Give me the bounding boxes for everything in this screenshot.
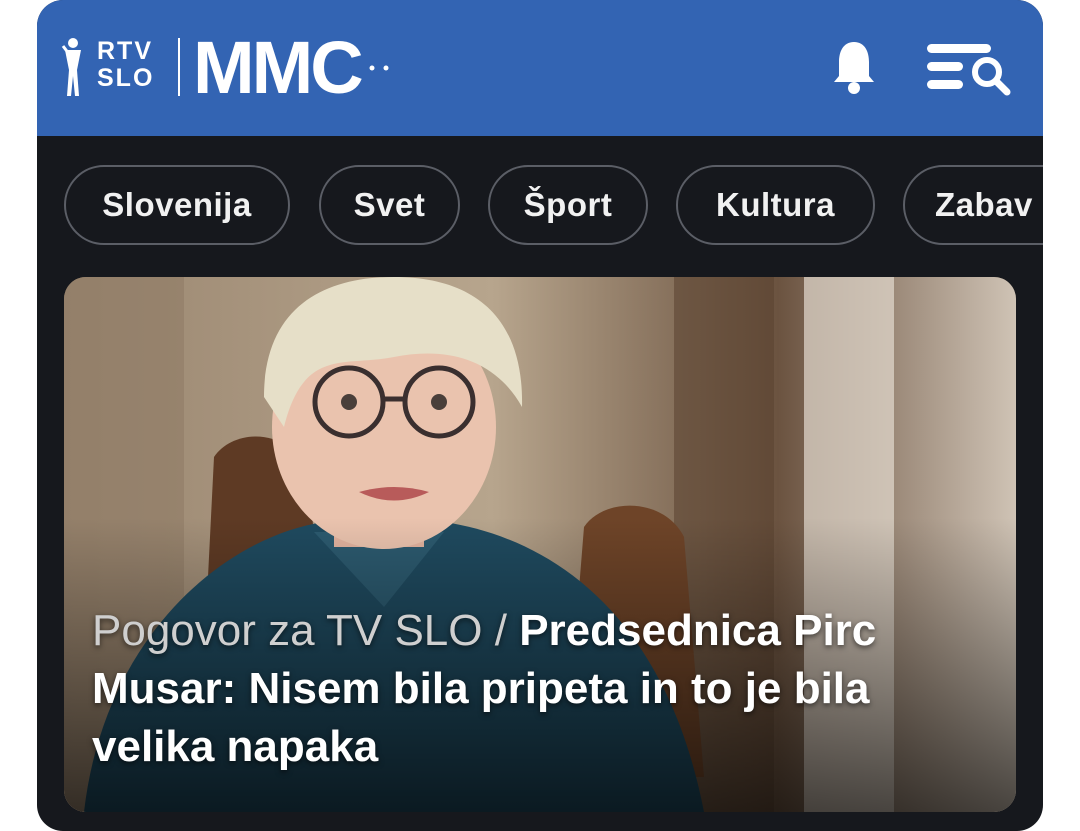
app-screen: RTV SLO MMC Slovenija Svet Šport Kultura… xyxy=(37,0,1043,831)
logo-divider xyxy=(178,38,180,96)
category-label: Kultura xyxy=(716,186,835,223)
logo-slo-text: SLO xyxy=(97,64,155,92)
rtv-slo-logo[interactable]: RTV SLO xyxy=(97,38,154,92)
mmc-logo[interactable]: MMC xyxy=(193,26,364,110)
category-label: Zabav xyxy=(935,186,1033,223)
category-zabava[interactable]: Zabav xyxy=(903,165,1043,245)
bell-icon[interactable] xyxy=(831,38,877,96)
hero-article-card[interactable]: Pogovor za TV SLO / Predsednica Pirc Mus… xyxy=(64,277,1016,812)
category-label: Šport xyxy=(523,186,613,223)
top-bar: RTV SLO MMC xyxy=(37,0,1043,136)
category-svet[interactable]: Svet xyxy=(319,165,460,245)
category-label: Slovenija xyxy=(102,186,252,223)
hero-kicker: Pogovor za TV SLO / xyxy=(92,606,507,655)
category-kultura[interactable]: Kultura xyxy=(676,165,875,245)
category-tabs: Slovenija Svet Šport Kultura Zabav xyxy=(37,165,1043,249)
logo-rtv-text: RTV xyxy=(97,37,153,65)
rtv-figure-logo-icon xyxy=(61,38,81,96)
menu-search-icon[interactable] xyxy=(925,40,1017,96)
mmc-dots-icon xyxy=(367,63,391,73)
hero-headline[interactable]: Pogovor za TV SLO / Predsednica Pirc Mus… xyxy=(92,602,992,776)
category-sport[interactable]: Šport xyxy=(488,165,648,245)
category-label: Svet xyxy=(353,186,426,223)
category-slovenija[interactable]: Slovenija xyxy=(64,165,290,245)
